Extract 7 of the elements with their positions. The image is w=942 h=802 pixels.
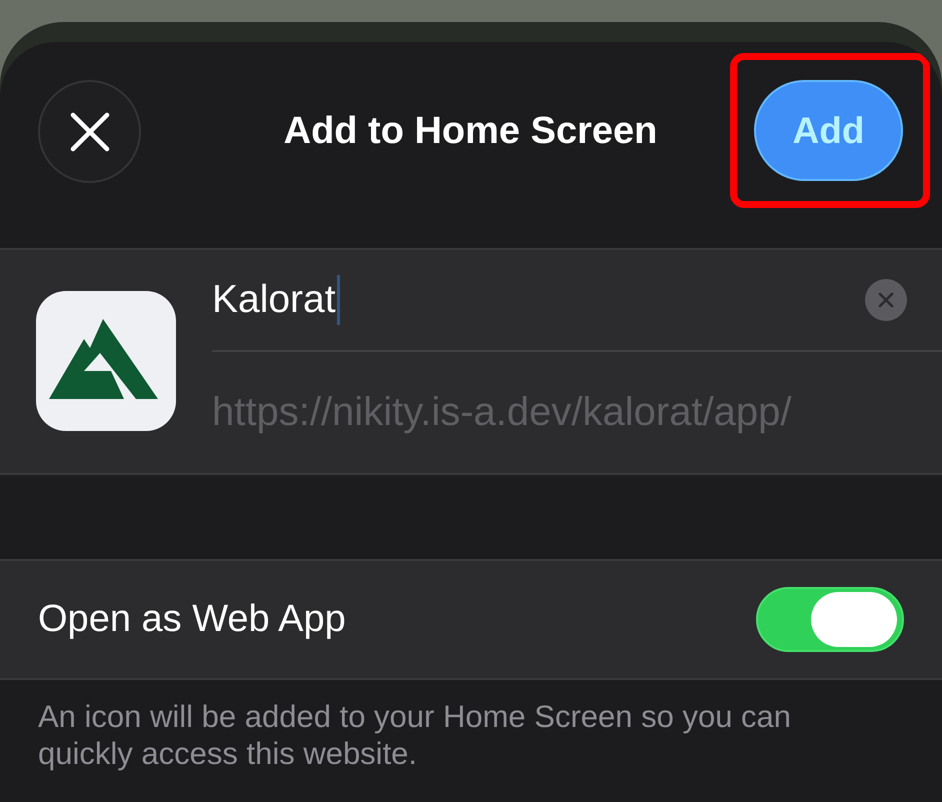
sheet-title: Add to Home Screen	[284, 109, 658, 154]
footer-note: An icon will be added to your Home Screen so you can quickly access this website.	[38, 698, 792, 772]
app-icon	[36, 291, 176, 431]
clear-icon	[878, 292, 894, 308]
close-icon	[70, 112, 110, 152]
setting-label: Open as Web App	[38, 598, 346, 641]
name-field[interactable]: Kalorat	[212, 250, 942, 352]
